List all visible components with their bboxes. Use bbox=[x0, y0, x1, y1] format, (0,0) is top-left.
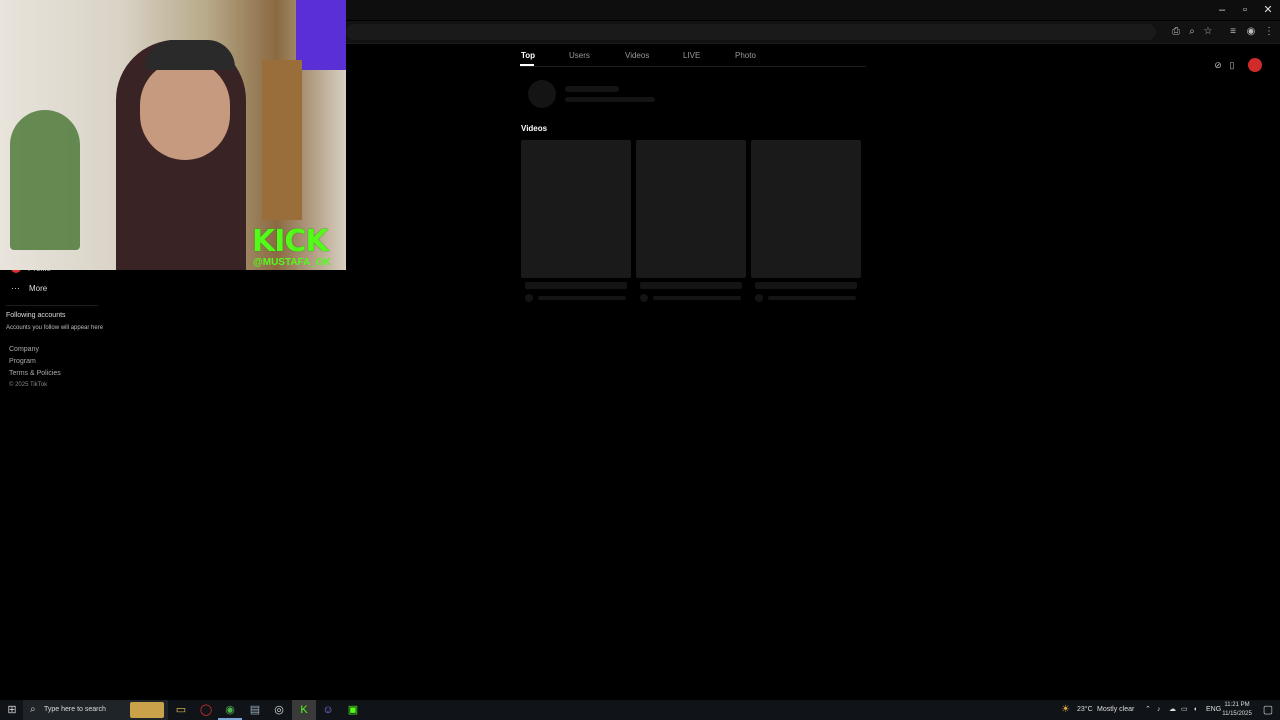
copyright: © 2025 TikTok bbox=[9, 382, 48, 388]
video-card-skeleton[interactable] bbox=[751, 140, 861, 278]
star-icon[interactable]: ☆ bbox=[1201, 25, 1215, 39]
block-icon[interactable]: ⊘ bbox=[1212, 59, 1224, 71]
following-accounts-hint: Accounts you follow will appear here bbox=[6, 325, 104, 331]
video-card-skeleton[interactable] bbox=[521, 140, 631, 278]
video-card-skeleton[interactable] bbox=[636, 140, 746, 278]
zoom-icon[interactable]: ⌕ bbox=[1185, 25, 1199, 39]
onedrive-icon[interactable]: ☁ bbox=[1169, 700, 1176, 720]
footer-link-program[interactable]: Program bbox=[9, 358, 36, 365]
streamer-face bbox=[140, 60, 230, 160]
sidebar-divider bbox=[6, 305, 98, 306]
close-window-button[interactable]: ✕ bbox=[1257, 2, 1279, 18]
tab-videos[interactable]: Videos bbox=[625, 51, 649, 60]
notification-icon[interactable]: ▢ bbox=[1256, 700, 1280, 720]
search-tabs: Top Users Videos LIVE Photo bbox=[520, 44, 866, 67]
cap bbox=[145, 40, 235, 70]
user-avatar-icon[interactable] bbox=[1248, 58, 1262, 72]
chrome-icon[interactable]: ◉ bbox=[218, 700, 242, 720]
clock-time: 11:21 PM bbox=[1224, 702, 1250, 708]
kick-logo: KICK bbox=[252, 224, 329, 259]
opera-icon[interactable]: ◯ bbox=[194, 700, 218, 720]
kick-app-icon[interactable]: K bbox=[292, 700, 316, 720]
file-explorer-icon[interactable]: ▭ bbox=[169, 700, 193, 720]
video-author-skeleton bbox=[768, 296, 856, 300]
microphone-icon[interactable]: ♪ bbox=[1157, 700, 1161, 720]
tray-chevron-icon[interactable]: ⌃ bbox=[1145, 700, 1151, 720]
footer-link-terms[interactable]: Terms & Policies bbox=[9, 370, 61, 377]
video-author-avatar-skeleton bbox=[640, 294, 648, 302]
address-bar[interactable] bbox=[346, 24, 1156, 40]
weather-desc[interactable]: Mostly clear bbox=[1097, 700, 1134, 720]
plant bbox=[10, 110, 80, 250]
volume-icon[interactable]: ◖ bbox=[1193, 700, 1197, 720]
kick-watermark: KICK @MUSTAFA_OK bbox=[252, 226, 344, 270]
video-author-skeleton bbox=[538, 296, 626, 300]
kick-handle: @MUSTAFA_OK bbox=[253, 257, 331, 268]
video-author-avatar-skeleton bbox=[525, 294, 533, 302]
tab-live[interactable]: LIVE bbox=[683, 51, 700, 60]
footer-link-company[interactable]: Company bbox=[9, 346, 39, 353]
tab-photo[interactable]: Photo bbox=[735, 51, 756, 60]
windows-start-icon[interactable]: ⊞ bbox=[0, 700, 24, 720]
weather-icon[interactable]: ☀ bbox=[1061, 700, 1070, 720]
video-caption-skeleton bbox=[525, 282, 627, 289]
search-icon: ⌕ bbox=[30, 704, 36, 715]
taskbar-search-placeholder: Type here to search bbox=[44, 706, 106, 713]
video-author-avatar-skeleton bbox=[755, 294, 763, 302]
maximize-button[interactable]: ▫ bbox=[1234, 2, 1256, 18]
install-app-icon[interactable]: ⎙ bbox=[1169, 25, 1183, 39]
active-tab-indicator bbox=[520, 64, 534, 66]
video-author-skeleton bbox=[653, 296, 741, 300]
more-icon[interactable]: ··· bbox=[11, 283, 20, 293]
language-indicator[interactable]: ENG bbox=[1206, 700, 1221, 720]
tab-users[interactable]: Users bbox=[569, 51, 590, 60]
extensions-icon[interactable]: ≡ bbox=[1226, 25, 1240, 39]
clock-date: 11/15/2025 bbox=[1222, 711, 1252, 717]
notepad-icon[interactable]: ▤ bbox=[243, 700, 267, 720]
videos-heading: Videos bbox=[521, 124, 548, 133]
door bbox=[262, 60, 302, 220]
phone-icon[interactable]: ▯ bbox=[1226, 59, 1238, 71]
purple-light bbox=[296, 0, 346, 70]
minimize-button[interactable]: – bbox=[1211, 2, 1233, 18]
weather-temp[interactable]: 23°C bbox=[1077, 700, 1093, 720]
video-caption-skeleton bbox=[640, 282, 742, 289]
video-caption-skeleton bbox=[755, 282, 857, 289]
obs-icon[interactable]: ◎ bbox=[267, 700, 291, 720]
user-meta-skeleton bbox=[565, 97, 655, 102]
discord-icon[interactable]: ☺ bbox=[316, 700, 340, 720]
chat-app-icon[interactable]: ▣ bbox=[341, 700, 365, 720]
profile-icon[interactable]: ◉ bbox=[1244, 25, 1258, 39]
network-icon[interactable]: ▭ bbox=[1181, 700, 1188, 720]
search-highlight-image bbox=[130, 702, 164, 718]
user-name-skeleton bbox=[565, 86, 619, 92]
user-avatar-skeleton bbox=[528, 80, 556, 108]
sidebar-item-more[interactable]: More bbox=[29, 284, 47, 293]
webcam-overlay: KICK @MUSTAFA_OK bbox=[0, 0, 346, 270]
clock[interactable]: 11:21 PM 11/15/2025 bbox=[1220, 701, 1254, 719]
tab-top[interactable]: Top bbox=[521, 51, 535, 60]
following-accounts-title: Following accounts bbox=[6, 312, 66, 319]
menu-icon[interactable]: ⋮ bbox=[1262, 25, 1276, 39]
taskbar-search[interactable]: ⌕ Type here to search bbox=[23, 700, 168, 720]
